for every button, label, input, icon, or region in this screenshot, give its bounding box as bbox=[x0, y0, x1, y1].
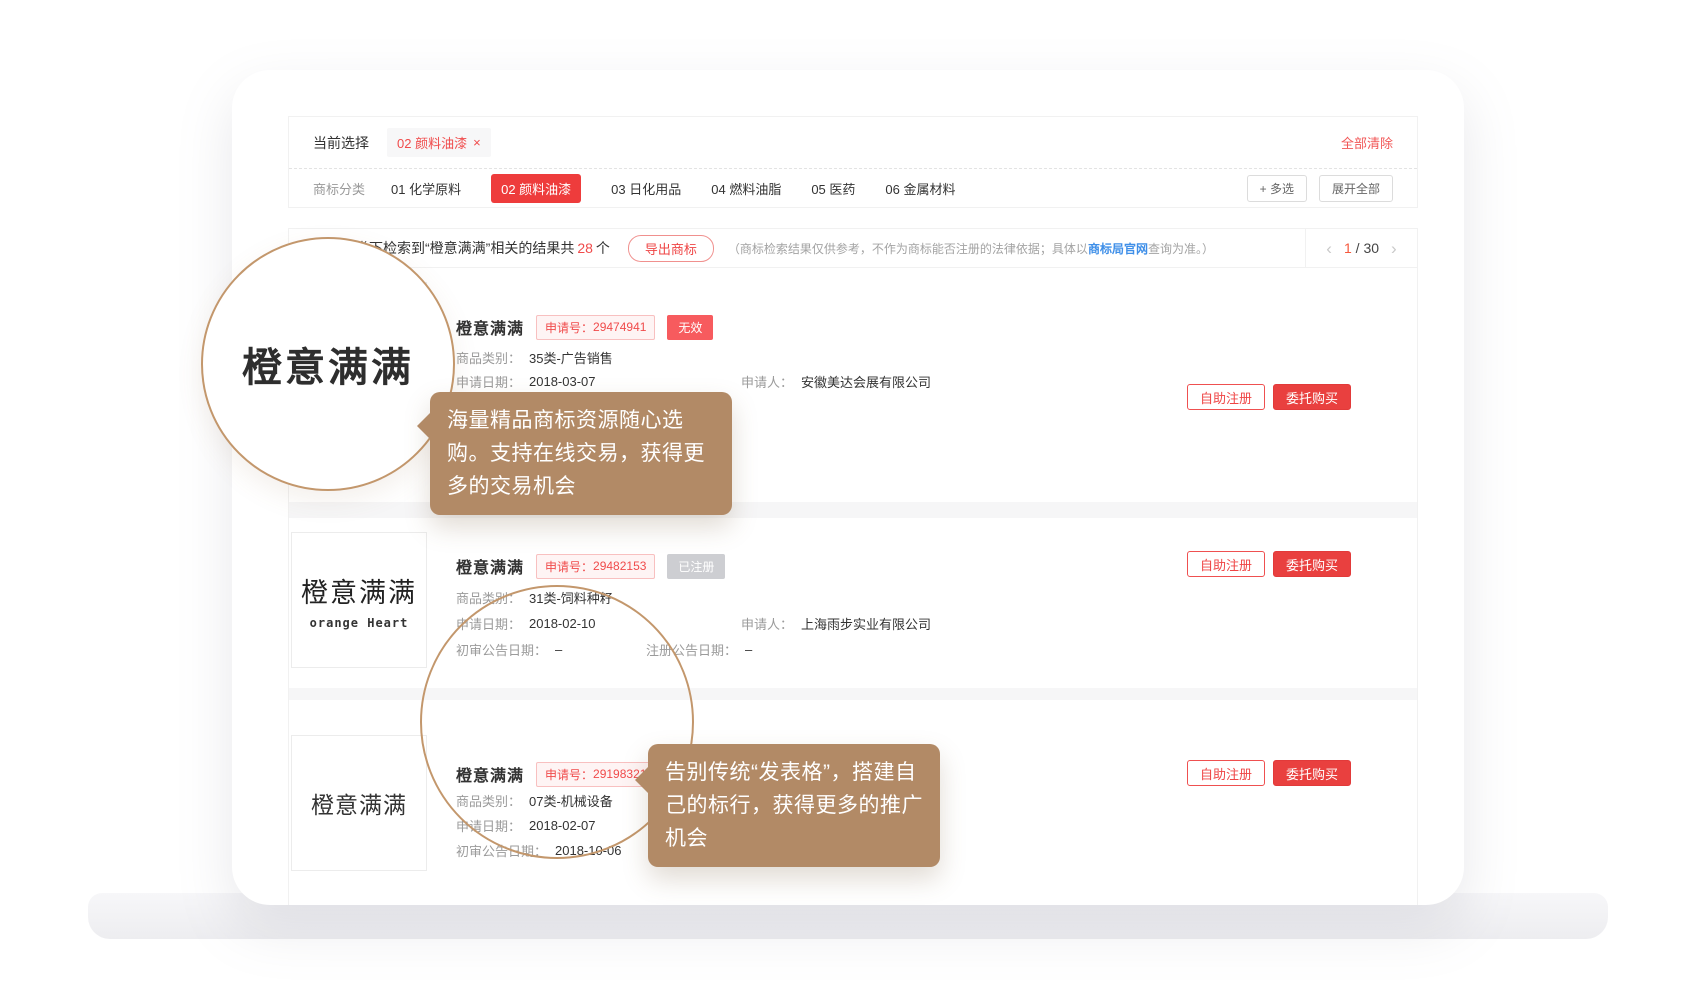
results-count: 28 bbox=[577, 240, 593, 256]
tooltip-marketplace-text: 海量精品商标资源随心选购。支持在线交易，获得更多的交易机会 bbox=[447, 409, 705, 498]
trademark-image-text: 橙意满满 bbox=[301, 571, 417, 610]
entrust-buy-button[interactable]: 委托购买 bbox=[1273, 551, 1351, 577]
trademark-office-link[interactable]: 商标局官网 bbox=[1088, 242, 1148, 256]
page-indicator: 1 / 30 bbox=[1344, 240, 1379, 256]
page: 当前选择 02 颜料油漆 × 全部清除 商标分类 01 化学原料 02 颜料油漆… bbox=[0, 0, 1696, 1002]
category-field-value: 35类-广告销售 bbox=[529, 348, 613, 367]
remove-filter-icon[interactable]: × bbox=[473, 135, 481, 150]
trademark-name: 橙意满满 bbox=[456, 315, 524, 339]
category-tab-03[interactable]: 03 日化用品 bbox=[611, 179, 681, 198]
status-badge: 已注册 bbox=[667, 554, 725, 579]
date-line: 申请日期： 2018-03-07 申请人： 安徽美达会展有限公司 bbox=[456, 372, 596, 390]
category-label: 商标分类 bbox=[313, 179, 365, 198]
results-summary-suffix: 个 bbox=[596, 240, 610, 256]
application-number-label: 申请号： bbox=[545, 319, 593, 336]
selected-filter-tag-label: 02 颜料油漆 bbox=[397, 133, 467, 152]
applicant-value: 上海雨步实业有限公司 bbox=[801, 614, 931, 633]
application-number-tag: 申请号：29474941 bbox=[536, 315, 655, 340]
applicant-pair: 申请人： 安徽美达会展有限公司 bbox=[741, 372, 931, 391]
category-tab-04[interactable]: 04 燃料油脂 bbox=[711, 179, 781, 198]
applicant-label: 申请人： bbox=[741, 372, 793, 391]
expand-all-button[interactable]: 展开全部 bbox=[1319, 175, 1393, 202]
category-line: 商品类别： 35类-广告销售 bbox=[456, 348, 613, 366]
export-trademarks-button[interactable]: 导出商标 bbox=[628, 235, 714, 262]
clear-all-button[interactable]: 全部清除 bbox=[1341, 133, 1393, 152]
applicant-value: 安徽美达会展有限公司 bbox=[801, 372, 931, 391]
application-number-label: 申请号： bbox=[545, 558, 593, 575]
self-register-button[interactable]: 自助注册 bbox=[1187, 384, 1265, 410]
applicant-label: 申请人： bbox=[741, 614, 793, 633]
tooltip-promotion: 告别传统“发表格”，搭建自己的标行，获得更多的推广机会 bbox=[648, 744, 940, 867]
trademark-image: 橙意满满 orange Heart bbox=[291, 532, 427, 668]
pagination: ‹ 1 / 30 › bbox=[1305, 229, 1417, 267]
status-badge: 无效 bbox=[667, 315, 713, 340]
page-separator: / bbox=[1356, 240, 1360, 256]
registration-publication-value: – bbox=[745, 642, 752, 657]
category-tab-02-active[interactable]: 02 颜料油漆 bbox=[491, 174, 581, 203]
apply-date-value: 2018-03-07 bbox=[529, 374, 596, 389]
trademark-image: 橙意满满 bbox=[291, 735, 427, 871]
application-number-value: 29482153 bbox=[593, 559, 646, 573]
trademark-title-line: 橙意满满 申请号：29474941 无效 bbox=[456, 316, 713, 338]
current-page: 1 bbox=[1344, 240, 1352, 256]
disclaimer: （商标检索结果仅供参考，不作为商标能否注册的法律依据；具体以商标局官网查询为准。… bbox=[728, 240, 1214, 257]
multi-select-button[interactable]: + 多选 bbox=[1247, 175, 1307, 202]
category-row: 商标分类 01 化学原料 02 颜料油漆 03 日化用品 04 燃料油脂 05 … bbox=[289, 169, 1417, 207]
application-number-value: 29474941 bbox=[593, 320, 646, 334]
results-header: 当前分类下检索到“橙意满满”相关的结果共28个 导出商标 （商标检索结果仅供参考… bbox=[288, 228, 1418, 268]
tooltip-promotion-text: 告别传统“发表格”，搭建自己的标行，获得更多的推广机会 bbox=[665, 761, 923, 850]
filter-panel: 当前选择 02 颜料油漆 × 全部清除 商标分类 01 化学原料 02 颜料油漆… bbox=[288, 116, 1418, 208]
category-actions: + 多选 展开全部 bbox=[1247, 175, 1393, 202]
apply-date-label: 申请日期： bbox=[456, 372, 521, 391]
disclaimer-prefix: （商标检索结果仅供参考，不作为商标能否注册的法律依据；具体以 bbox=[728, 242, 1088, 256]
next-page-icon[interactable]: › bbox=[1391, 240, 1397, 257]
selected-filter-tag[interactable]: 02 颜料油漆 × bbox=[387, 128, 491, 157]
magnified-trademark-text: 橙意满满 bbox=[242, 335, 414, 393]
category-field-label: 商品类别： bbox=[456, 348, 521, 367]
tooltip-marketplace: 海量精品商标资源随心选购。支持在线交易，获得更多的交易机会 bbox=[430, 392, 732, 515]
self-register-button[interactable]: 自助注册 bbox=[1187, 551, 1265, 577]
entrust-buy-button[interactable]: 委托购买 bbox=[1273, 760, 1351, 786]
trademark-title-line: 橙意满满 申请号：29482153 已注册 bbox=[456, 555, 725, 577]
disclaimer-suffix: 查询为准。） bbox=[1148, 242, 1214, 256]
category-tabs: 01 化学原料 02 颜料油漆 03 日化用品 04 燃料油脂 05 医药 06… bbox=[391, 174, 955, 203]
trademark-name: 橙意满满 bbox=[456, 554, 524, 578]
total-pages: 30 bbox=[1363, 240, 1379, 256]
magnifier-circle: 橙意满满 bbox=[201, 237, 455, 491]
trademark-image-subtext: orange Heart bbox=[310, 616, 409, 630]
current-selection-row: 当前选择 02 颜料油漆 × 全部清除 bbox=[289, 117, 1417, 169]
category-tab-05[interactable]: 05 医药 bbox=[811, 179, 855, 198]
applicant-pair: 申请人： 上海雨步实业有限公司 bbox=[741, 614, 931, 633]
trademark-image-text: 橙意满满 bbox=[311, 786, 407, 820]
category-tab-06[interactable]: 06 金属材料 bbox=[885, 179, 955, 198]
current-selection-label: 当前选择 bbox=[313, 133, 369, 153]
prev-page-icon[interactable]: ‹ bbox=[1326, 240, 1332, 257]
application-number-tag: 申请号：29482153 bbox=[536, 554, 655, 579]
category-tab-01[interactable]: 01 化学原料 bbox=[391, 179, 461, 198]
self-register-button[interactable]: 自助注册 bbox=[1187, 760, 1265, 786]
entrust-buy-button[interactable]: 委托购买 bbox=[1273, 384, 1351, 410]
